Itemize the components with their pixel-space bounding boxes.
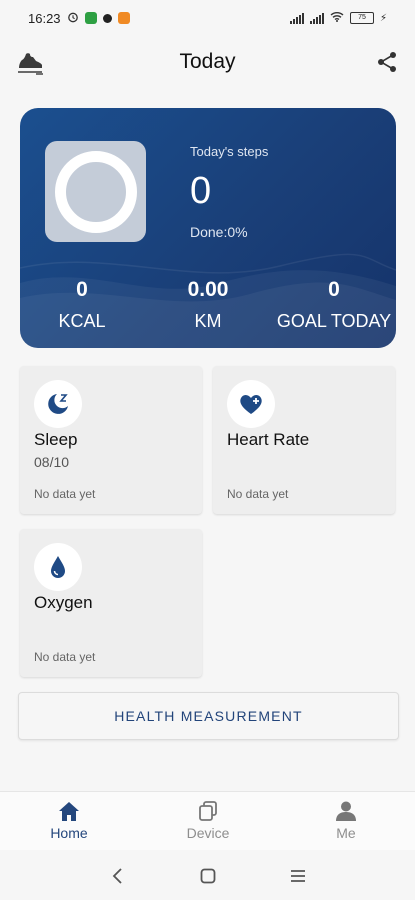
progress-ring [54, 150, 137, 233]
status-bar: 16:23 75 ⚡ [0, 0, 415, 36]
stat-km: 0.00 KM [158, 278, 258, 332]
stat-value: 0.00 [187, 278, 229, 301]
sleep-title: Sleep [34, 430, 78, 449]
signal-icon [289, 12, 304, 24]
stat-label: KCAL [58, 311, 106, 331]
wifi-icon [330, 11, 344, 25]
share-icon[interactable] [373, 48, 401, 76]
status-time: 16:23 [28, 10, 61, 26]
sleep-tile[interactable]: Sleep 08/10 No data yet [20, 366, 202, 514]
stat-value: 0 [328, 278, 340, 301]
shoe-icon[interactable] [16, 47, 46, 77]
stat-label: KM [194, 311, 222, 331]
heart-rate-status: No data yet [227, 487, 289, 501]
nav-me[interactable]: Me [301, 800, 391, 841]
system-nav [0, 850, 415, 900]
heart-plus-icon [227, 380, 275, 428]
drop-icon [34, 543, 82, 591]
menu-icon[interactable] [286, 864, 310, 888]
status-left: 16:23 [28, 11, 130, 26]
signal-icon [309, 12, 324, 24]
oxygen-status: No data yet [34, 650, 96, 664]
progress-ring-box [45, 141, 146, 242]
sleep-date: 08/10 [34, 454, 70, 470]
stat-value: 0 [76, 278, 88, 301]
oxygen-tile[interactable]: Oxygen No data yet [20, 529, 202, 677]
nav-home[interactable]: Home [24, 800, 114, 841]
battery-icon: 75 [349, 12, 374, 24]
alarm-icon [67, 11, 79, 26]
home-square-icon[interactable] [196, 864, 220, 888]
top-bar: Today [0, 38, 415, 86]
page-title: Today [179, 50, 236, 73]
battery-level: 75 [358, 14, 366, 21]
health-measurement-button[interactable]: HEALTH MEASUREMENT [18, 692, 399, 740]
app-notification-icon [102, 13, 112, 23]
nav-device-label: Device [186, 825, 230, 841]
nav-home-label: Home [50, 825, 88, 841]
app-notification-icon [84, 12, 97, 24]
stat-label: GOAL TODAY [276, 311, 392, 331]
stat-kcal: 0 KCAL [32, 278, 132, 332]
moon-icon [34, 380, 82, 428]
charging-icon: ⚡ [379, 12, 387, 24]
nav-device[interactable]: Device [163, 800, 253, 841]
steps-label: Today's steps [190, 144, 269, 159]
device-icon [199, 801, 217, 821]
sleep-status: No data yet [34, 487, 96, 501]
bottom-nav: Home Device Me [0, 791, 415, 850]
heart-rate-title: Heart Rate [227, 430, 310, 449]
steps-value: 0 [190, 170, 212, 212]
app-notification-icon [117, 12, 130, 24]
person-icon [336, 801, 356, 821]
home-icon [59, 802, 79, 821]
status-right: 75 ⚡ [289, 11, 387, 25]
nav-me-label: Me [336, 825, 356, 841]
back-icon[interactable] [106, 864, 130, 888]
stat-goal: 0 GOAL TODAY [272, 278, 396, 332]
steps-card[interactable]: Today's steps 0 Done:0% 0 KCAL 0.00 KM 0… [20, 108, 396, 348]
done-percentage: Done:0% [190, 224, 248, 240]
oxygen-title: Oxygen [34, 593, 93, 612]
heart-rate-tile[interactable]: Heart Rate No data yet [213, 366, 395, 514]
